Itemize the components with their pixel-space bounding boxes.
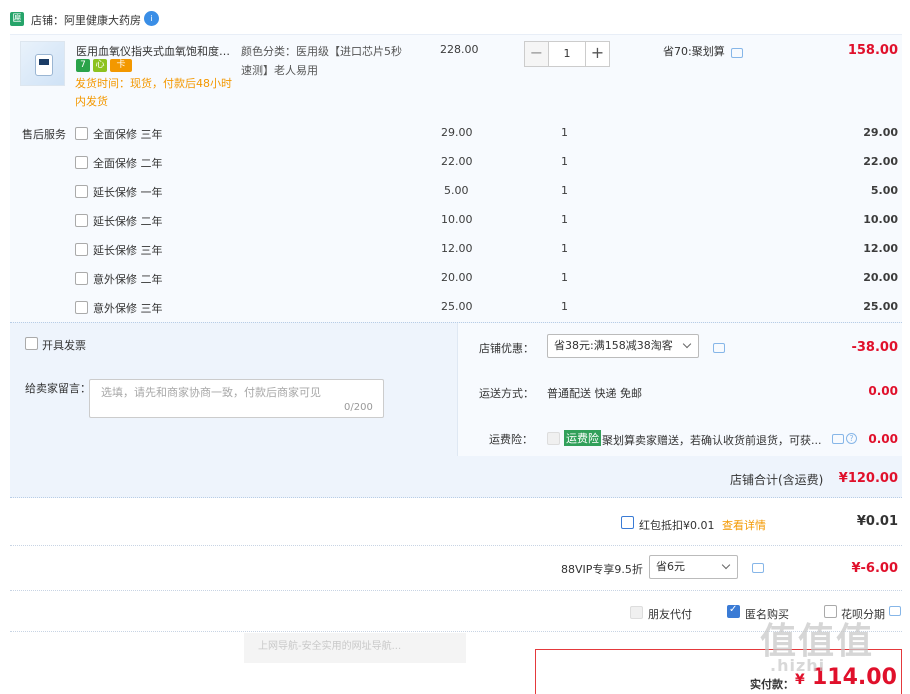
service-qty: 1 bbox=[561, 184, 568, 197]
shop-discount-value: 省38元:满158减38淘客 bbox=[554, 339, 673, 352]
service-total: 5.00 bbox=[870, 184, 898, 197]
service-checkbox[interactable] bbox=[75, 185, 88, 198]
shop-discount-label: 店铺优惠： bbox=[479, 342, 534, 355]
insurance-chat-icon[interactable] bbox=[832, 434, 844, 444]
service-checkbox[interactable] bbox=[75, 272, 88, 285]
service-qty: 1 bbox=[561, 126, 568, 139]
remark-placeholder: 选填，请先和商家协商一致，付款后商家可见 bbox=[101, 386, 321, 399]
vip-amount: ¥-6.00 bbox=[851, 561, 898, 576]
service-price: 12.00 bbox=[441, 242, 473, 255]
insurance-tag: 运费险 bbox=[564, 430, 601, 446]
service-price: 29.00 bbox=[441, 126, 473, 139]
huabei-info-icon[interactable] bbox=[889, 606, 901, 616]
service-price: 10.00 bbox=[441, 213, 473, 226]
shop-discount-amount: -38.00 bbox=[851, 340, 898, 355]
shipping-value: 普通配送 快递 免邮 bbox=[547, 387, 642, 400]
product-image[interactable] bbox=[20, 41, 65, 86]
tag-heart-icon: 心 bbox=[93, 59, 107, 72]
item-total: 158.00 bbox=[847, 43, 898, 58]
insurance-label: 运费险： bbox=[489, 433, 533, 446]
after-sales-label: 售后服务 bbox=[22, 128, 66, 141]
sku-info: 颜色分类：医用级【进口芯片5秒速测】老人易用 bbox=[241, 45, 402, 77]
vip-label: 88VIP专享9.5折 bbox=[561, 563, 643, 576]
service-price: 22.00 bbox=[441, 155, 473, 168]
shipping-label: 运送方式： bbox=[479, 387, 534, 400]
invoice-label: 开具发票 bbox=[42, 339, 86, 352]
quantity-input[interactable]: 1 bbox=[549, 41, 585, 67]
service-total: 25.00 bbox=[863, 300, 898, 313]
insurance-checkbox bbox=[547, 432, 560, 445]
help-icon[interactable]: ? bbox=[846, 433, 857, 444]
service-name: 全面保修 二年 bbox=[93, 157, 163, 170]
device-icon bbox=[35, 54, 53, 76]
service-total: 29.00 bbox=[863, 126, 898, 139]
ship-time: 发货时间：现货，付款后48小时内发货 bbox=[75, 77, 232, 108]
anonymous-checkbox[interactable] bbox=[727, 604, 740, 618]
service-qty: 1 bbox=[561, 155, 568, 168]
friend-pay-checkbox bbox=[630, 606, 643, 619]
redpack-label: 红包抵扣¥0.01 bbox=[639, 519, 715, 532]
shop-verified-icon: i bbox=[144, 11, 159, 26]
service-total: 22.00 bbox=[863, 155, 898, 168]
service-name: 意外保修 三年 bbox=[93, 302, 163, 315]
plus-button[interactable]: + bbox=[585, 41, 610, 67]
redpack-details-link[interactable]: 查看详情 bbox=[722, 517, 766, 533]
remark-label: 给卖家留言： bbox=[25, 382, 91, 395]
tag-card-icon: 卡 bbox=[110, 59, 132, 72]
service-name: 延长保修 二年 bbox=[93, 215, 163, 228]
service-checkbox[interactable] bbox=[75, 156, 88, 169]
promo-text: 省70:聚划算 bbox=[663, 45, 725, 58]
service-qty: 1 bbox=[561, 213, 568, 226]
friend-pay-label: 朋友代付 bbox=[648, 608, 692, 621]
promo-info-icon[interactable] bbox=[731, 48, 743, 58]
service-checkbox[interactable] bbox=[75, 301, 88, 314]
service-price: 20.00 bbox=[441, 271, 473, 284]
service-name: 全面保修 三年 bbox=[93, 128, 163, 141]
discount-info-icon[interactable] bbox=[713, 343, 725, 353]
browser-tooltip-text: 上网导航-安全实用的网址导航... bbox=[258, 641, 402, 652]
shop-name[interactable]: 店铺：阿里健康大药房 bbox=[31, 12, 141, 28]
service-total: 12.00 bbox=[863, 242, 898, 255]
pay-label: 实付款： bbox=[750, 678, 794, 691]
service-qty: 1 bbox=[561, 242, 568, 255]
site-watermark-url: .hizhi bbox=[770, 656, 826, 675]
quantity-stepper: − 1 + bbox=[524, 41, 610, 67]
tag-7day-icon: 7 bbox=[76, 59, 90, 72]
redpack-amount: ¥0.01 bbox=[856, 514, 898, 529]
vip-select-value: 省6元 bbox=[656, 560, 685, 573]
shop-discount-select[interactable]: 省38元:满158减38淘客 bbox=[547, 334, 699, 358]
service-total: 10.00 bbox=[863, 213, 898, 226]
service-total: 20.00 bbox=[863, 271, 898, 284]
shop-icon: 匾 bbox=[10, 12, 24, 26]
product-title[interactable]: 医用血氧仪指夹式血氧饱和度检... bbox=[76, 43, 238, 59]
service-price: 25.00 bbox=[441, 300, 473, 313]
insurance-text: 聚划算卖家赠送，若确认收货前退货，可获... bbox=[602, 434, 822, 447]
minus-button[interactable]: − bbox=[524, 41, 549, 67]
chevron-down-icon bbox=[682, 339, 692, 349]
service-name: 延长保修 三年 bbox=[93, 244, 163, 257]
service-qty: 1 bbox=[561, 271, 568, 284]
service-qty: 1 bbox=[561, 300, 568, 313]
service-checkbox[interactable] bbox=[75, 243, 88, 256]
service-checkbox[interactable] bbox=[75, 214, 88, 227]
vip-select[interactable]: 省6元 bbox=[649, 555, 738, 579]
redpack-checkbox[interactable] bbox=[621, 516, 634, 529]
service-name: 延长保修 一年 bbox=[93, 186, 163, 199]
shipping-amount: 0.00 bbox=[868, 384, 898, 398]
service-checkbox[interactable] bbox=[75, 127, 88, 140]
invoice-checkbox[interactable] bbox=[25, 337, 38, 350]
service-name: 意外保修 二年 bbox=[93, 273, 163, 286]
vip-info-icon[interactable] bbox=[752, 563, 764, 573]
unit-price: 228.00 bbox=[440, 43, 479, 56]
chevron-down-icon bbox=[721, 560, 731, 570]
service-price: 5.00 bbox=[444, 184, 469, 197]
insurance-amount: 0.00 bbox=[868, 432, 898, 446]
shop-total-label: 店铺合计(含运费) bbox=[730, 473, 824, 487]
remark-count: 0/200 bbox=[344, 402, 373, 413]
shop-total-value: ¥120.00 bbox=[838, 471, 898, 486]
